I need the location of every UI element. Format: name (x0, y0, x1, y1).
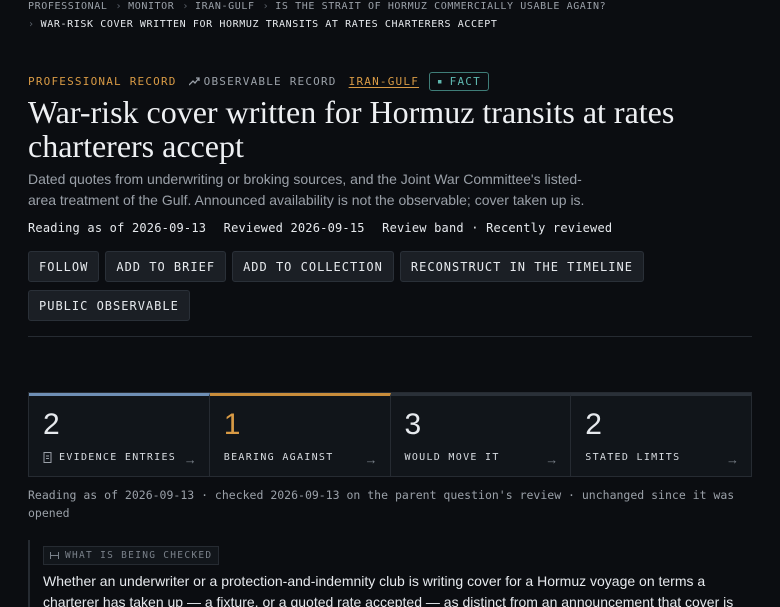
fact-label: FACT (449, 75, 481, 88)
page-title: War-risk cover written for Hormuz transi… (28, 94, 675, 164)
arrow-right-icon: → (545, 452, 559, 467)
add-to-brief-button[interactable]: ADD TO BRIEF (105, 251, 227, 282)
section-label-text: WHAT IS BEING CHECKED (65, 550, 213, 561)
breadcrumb-separator: › (182, 1, 190, 12)
divider (28, 336, 752, 337)
breadcrumb-separator: › (115, 1, 123, 12)
observable-record-label: OBSERVABLE RECORD (203, 75, 337, 88)
stat-evidence-entries[interactable]: 2 EVIDENCE ENTRIES → (29, 393, 210, 476)
measure-icon (50, 552, 59, 559)
arrow-right-icon: → (364, 452, 378, 467)
reviewed-date: Reviewed 2026-09-15 (223, 221, 365, 235)
arrow-right-icon: → (726, 452, 739, 467)
stat-would-move-it[interactable]: 3 WOULD MOVE IT → (390, 393, 572, 476)
review-meta: Reading as of 2026-09-13 Reviewed 2026-0… (28, 221, 622, 235)
action-bar: FOLLOW ADD TO BRIEF ADD TO COLLECTION RE… (28, 251, 648, 321)
stat-label-row: EVIDENCE ENTRIES (43, 452, 176, 463)
fact-badge: ▪ FACT (429, 72, 489, 91)
breadcrumb: PROFESSIONAL › MONITOR › IRAN-GULF › IS THE ST… (28, 0, 768, 34)
stat-value: 3 (404, 408, 422, 441)
section-body: Whether an underwriter or a protection-a… (43, 573, 734, 607)
stat-stated-limits[interactable]: 2 STATED LIMITS → (571, 393, 751, 476)
stat-label: BEARING AGAINST (223, 452, 334, 463)
breadcrumb-item-region[interactable]: IRAN-GULF (195, 1, 255, 12)
stats-panel: 2 EVIDENCE ENTRIES → 1 BEARING AGAINST →… (28, 392, 752, 477)
stat-value: 2 (43, 408, 60, 441)
arrow-right-icon: → (183, 452, 197, 467)
professional-record-tag: PROFESSIONAL RECORD (28, 75, 177, 88)
stat-bearing-against[interactable]: 1 BEARING AGAINST → (209, 393, 391, 476)
breadcrumb-item-question[interactable]: IS THE STRAIT OF HORMUZ COMMERCIALLY USA… (275, 1, 606, 12)
breadcrumb-item-monitor[interactable]: MONITOR (128, 1, 174, 12)
reading-date: Reading as of 2026-09-13 (28, 221, 207, 235)
breadcrumb-item-professional[interactable]: PROFESSIONAL (28, 1, 107, 12)
document-icon (43, 452, 52, 463)
stat-label: WOULD MOVE IT (404, 452, 500, 463)
stat-value: 1 (223, 408, 241, 441)
stat-value: 2 (585, 408, 602, 441)
public-observable-button[interactable]: PUBLIC OBSERVABLE (28, 290, 190, 321)
add-to-collection-button[interactable]: ADD TO COLLECTION (232, 251, 394, 282)
stat-label: EVIDENCE ENTRIES (59, 452, 177, 463)
section-label: WHAT IS BEING CHECKED (43, 546, 220, 565)
record-tags: PROFESSIONAL RECORD OBSERVABLE RECORD IR… (28, 72, 489, 91)
region-link[interactable]: IRAN-GULF (349, 75, 419, 88)
breadcrumb-separator: › (262, 1, 270, 12)
stat-label: STATED LIMITS (585, 452, 681, 463)
fact-icon: ▪ (437, 76, 444, 87)
review-band: Review band · Recently reviewed (382, 221, 613, 235)
breadcrumb-current: WAR-RISK COVER WRITTEN FOR HORMUZ TRANSI… (40, 19, 498, 30)
breadcrumb-separator: › (28, 19, 35, 30)
page-description: Dated quotes from underwriting or brokin… (28, 171, 585, 208)
reconstruct-timeline-button[interactable]: RECONSTRUCT IN THE TIMELINE (399, 251, 644, 282)
what-is-checked-section: WHAT IS BEING CHECKED Whether an underwr… (28, 540, 768, 607)
observable-record-tag: OBSERVABLE RECORD (188, 75, 337, 88)
trend-icon (188, 77, 200, 86)
follow-button[interactable]: FOLLOW (28, 251, 100, 282)
reading-note: Reading as of 2026-09-13 · checked 2026-… (28, 488, 735, 520)
